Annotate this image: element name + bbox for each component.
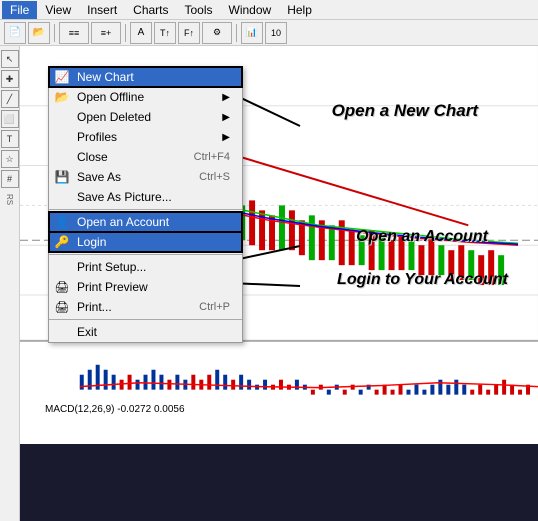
new-chart-icon: 📈	[53, 69, 71, 85]
save-icon: 💾	[53, 169, 71, 185]
sidebar-btn4[interactable]: ⬜	[1, 110, 19, 128]
sidebar-btn6[interactable]: ☆	[1, 150, 19, 168]
rs-label: RS	[5, 194, 14, 205]
menu-item-open-account[interactable]: 👤 Open an Account	[49, 212, 242, 232]
menu-charts[interactable]: Charts	[125, 1, 176, 19]
menu-item-open-offline[interactable]: 📂 Open Offline ▶	[49, 87, 242, 107]
menu-item-login[interactable]: 🔑 Login	[49, 232, 242, 252]
sidebar-btn7[interactable]: #	[1, 170, 19, 188]
menu-file[interactable]: File	[2, 1, 37, 19]
toolbar-open[interactable]: 📂	[28, 22, 50, 44]
toolbar-btn6[interactable]: ⚙	[202, 22, 232, 44]
toolbar-sep2	[125, 24, 126, 42]
separator3	[49, 319, 242, 320]
menu-tools[interactable]: Tools	[177, 1, 221, 19]
main-content: ↖ ✚ ╱ ⬜ T ☆ # RS	[0, 46, 538, 521]
sidebar-btn2[interactable]: ✚	[1, 70, 19, 88]
print-preview-icon: 🖨	[53, 279, 71, 295]
sidebar: ↖ ✚ ╱ ⬜ T ☆ # RS	[0, 46, 20, 521]
toolbar-btn7[interactable]: 📊	[241, 22, 263, 44]
menu-item-save-as[interactable]: 💾 Save As Ctrl+S	[49, 167, 242, 187]
toolbar-btn4[interactable]: T↑	[154, 22, 176, 44]
dropdown-container: 📈 New Chart 📂 Open Offline ▶ Open Delete…	[48, 66, 243, 343]
menu-item-new-chart[interactable]: 📈 New Chart	[49, 67, 242, 87]
sidebar-btn5[interactable]: T	[1, 130, 19, 148]
toolbar-btn5[interactable]: F↑	[178, 22, 200, 44]
separator2	[49, 254, 242, 255]
menu-bar: File View Insert Charts Tools Window Hel…	[0, 0, 538, 20]
menu-item-open-deleted[interactable]: Open Deleted ▶	[49, 107, 242, 127]
menu-item-save-picture[interactable]: Save As Picture...	[49, 187, 242, 207]
print-icon: 🖨	[53, 299, 71, 315]
toolbar: 📄 📂 ≡≡ ≡+ A T↑ F↑ ⚙ 📊 10	[0, 20, 538, 46]
separator1	[49, 209, 242, 210]
menu-window[interactable]: Window	[221, 1, 280, 19]
chart-area: MACD(12,26,9) -0.0272 0.0056 Open a New …	[20, 46, 538, 521]
submenu-arrow2: ▶	[222, 112, 230, 123]
annotation-new-chart: Open a New Chart	[332, 101, 478, 121]
toolbar-btn3[interactable]: A	[130, 22, 152, 44]
annotation-open-account: Open an Account	[356, 228, 488, 246]
menu-insert[interactable]: Insert	[79, 1, 125, 19]
toolbar-new[interactable]: 📄	[4, 22, 26, 44]
toolbar-sep1	[54, 24, 55, 42]
account-icon: 👤	[53, 214, 71, 230]
submenu-arrow1: ▶	[222, 92, 230, 103]
macd-label: MACD(12,26,9) -0.0272 0.0056	[42, 403, 188, 416]
toolbar-sep3	[236, 24, 237, 42]
menu-item-profiles[interactable]: Profiles ▶	[49, 127, 242, 147]
menu-item-exit[interactable]: Exit	[49, 322, 242, 342]
annotation-login: Login to Your Account	[337, 271, 508, 289]
login-icon: 🔑	[53, 234, 71, 250]
open-offline-icon: 📂	[53, 89, 71, 105]
submenu-arrow3: ▶	[222, 132, 230, 143]
menu-item-print-preview[interactable]: 🖨 Print Preview	[49, 277, 242, 297]
toolbar-btn1[interactable]: ≡≡	[59, 22, 89, 44]
menu-view[interactable]: View	[37, 1, 79, 19]
menu-item-print-setup[interactable]: Print Setup...	[49, 257, 242, 277]
menu-item-close[interactable]: Close Ctrl+F4	[49, 147, 242, 167]
toolbar-btn8[interactable]: 10	[265, 22, 287, 44]
toolbar-btn2[interactable]: ≡+	[91, 22, 121, 44]
menu-help[interactable]: Help	[279, 1, 320, 19]
menu-item-print[interactable]: 🖨 Print... Ctrl+P	[49, 297, 242, 317]
file-dropdown-menu: 📈 New Chart 📂 Open Offline ▶ Open Delete…	[48, 66, 243, 343]
sidebar-btn3[interactable]: ╱	[1, 90, 19, 108]
sidebar-btn1[interactable]: ↖	[1, 50, 19, 68]
